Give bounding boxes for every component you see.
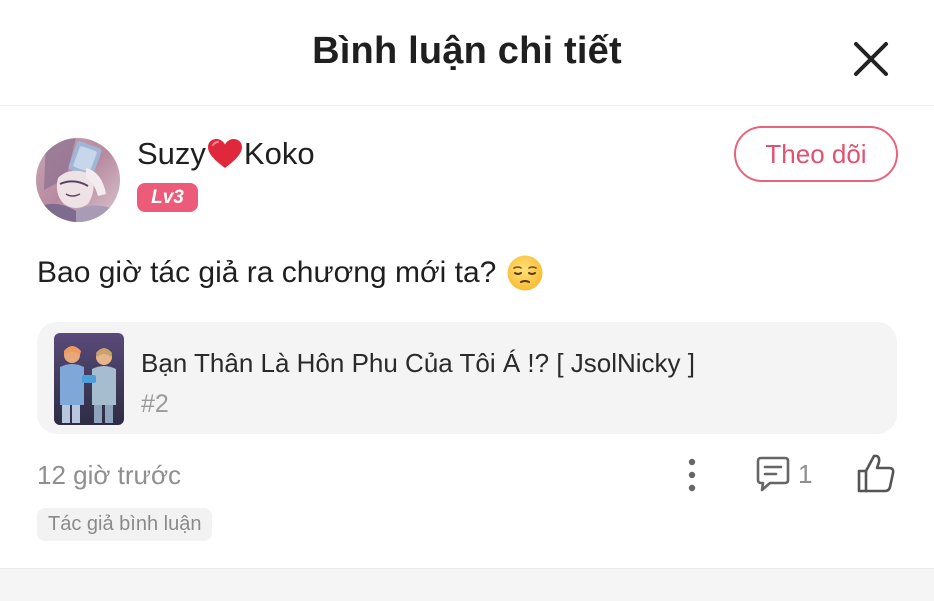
level-badge: Lv3 [137,183,198,212]
user-avatar[interactable] [36,138,120,222]
story-card[interactable]: Bạn Thân Là Hôn Phu Của Tôi Á !? [ JsolN… [37,322,897,434]
section-divider [0,568,934,601]
close-icon [854,42,888,76]
comment-timestamp: 12 giờ trước [37,460,181,490]
reply-button[interactable]: 1 [754,452,812,496]
heart-icon [207,138,243,170]
story-thumbnail [54,333,124,425]
comment-body: Bao giờ tác giả ra chương mới ta? [37,256,497,289]
username-part1: Suzy [137,136,206,171]
comment-text: Bao giờ tác giả ra chương mới ta? [37,254,544,292]
more-options-button[interactable] [678,455,706,495]
username-part2: Koko [243,136,315,171]
author-comment-tag: Tác giả bình luận [37,508,213,541]
comment-icon [756,456,790,492]
page-title: Bình luận chi tiết [312,30,622,72]
story-title: Bạn Thân Là Hôn Phu Của Tôi Á !? [ JsolN… [141,348,695,378]
pensive-face-icon [506,254,544,292]
more-vertical-icon [688,458,696,492]
follow-button[interactable]: Theo dõi [734,126,898,182]
reply-count: 1 [798,458,813,489]
like-button[interactable] [856,452,896,494]
username[interactable]: Suzy Koko [137,136,315,172]
header-bar: Bình luận chi tiết [0,0,934,106]
thumbs-up-icon [857,454,895,493]
story-chapter: #2 [141,390,169,418]
close-button[interactable] [848,36,894,82]
avatar-image [36,138,120,222]
